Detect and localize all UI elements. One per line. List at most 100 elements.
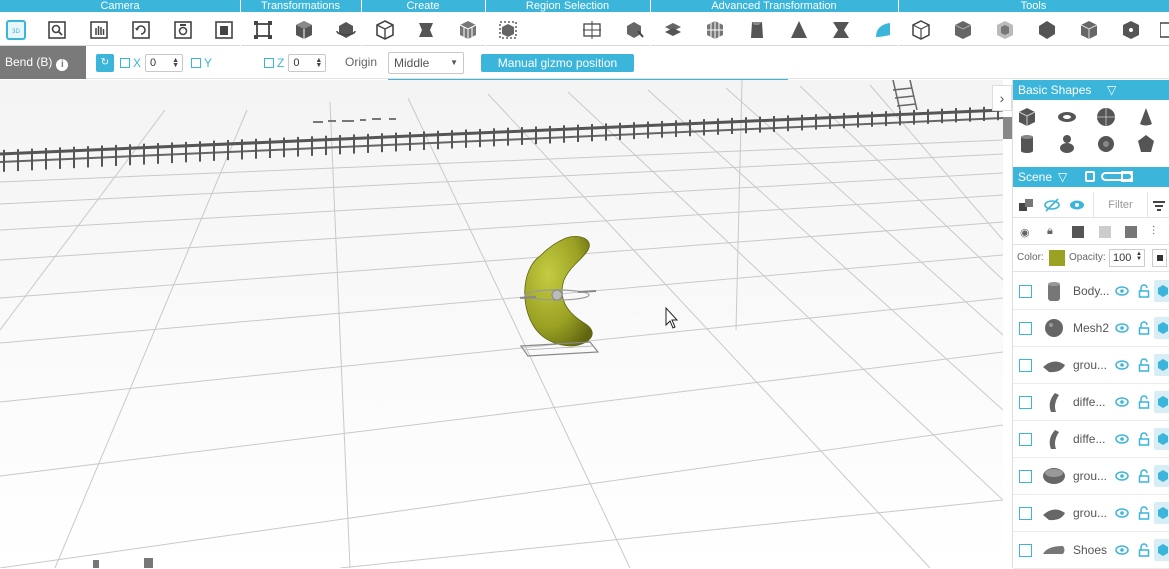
transparent-column-icon[interactable]: [1099, 226, 1111, 238]
visibility-eye-icon[interactable]: [1115, 432, 1129, 446]
opacity-input[interactable]: 100 ▲ ▼: [1109, 249, 1145, 267]
sphere-icon[interactable]: [1095, 106, 1117, 128]
visibility-eye-icon[interactable]: [1115, 395, 1129, 409]
scale-button[interactable]: [291, 17, 317, 43]
mesh-create-button[interactable]: [455, 17, 481, 43]
lock-icon[interactable]: [1138, 543, 1150, 557]
save-view-button[interactable]: [211, 17, 237, 43]
gear-icon[interactable]: [1095, 133, 1117, 155]
more-tools-button[interactable]: [1158, 17, 1169, 43]
bend-button[interactable]: [744, 17, 770, 43]
visibility-eye-icon[interactable]: [1115, 321, 1129, 335]
lock-icon[interactable]: [1138, 284, 1150, 298]
extrude-button[interactable]: [413, 17, 439, 43]
zoom-button[interactable]: [44, 17, 70, 43]
torus-icon[interactable]: [1056, 106, 1078, 128]
cube-icon[interactable]: [1016, 106, 1038, 128]
shape-create-button[interactable]: [372, 17, 398, 43]
visibility-eye-icon[interactable]: [1115, 543, 1129, 557]
material-cube-icon[interactable]: [1154, 465, 1169, 487]
scene-row[interactable]: Mesh2: [1013, 310, 1169, 347]
solid-column-icon[interactable]: [1072, 226, 1084, 238]
panel-scrollbar[interactable]: [1003, 117, 1012, 139]
visibility-eye-icon[interactable]: [1115, 469, 1129, 483]
material-cube-icon[interactable]: [1154, 502, 1169, 524]
info-icon[interactable]: i: [56, 59, 69, 71]
shell-button[interactable]: [1034, 17, 1060, 43]
material-cube-icon[interactable]: [1154, 317, 1169, 339]
lock-icon[interactable]: [1138, 432, 1150, 446]
visibility-eye-icon[interactable]: [1115, 358, 1129, 372]
measure-button[interactable]: [908, 17, 934, 43]
transform-button[interactable]: [250, 17, 276, 43]
scene-row-checkbox[interactable]: [1019, 322, 1032, 335]
rotate-button[interactable]: [333, 17, 359, 43]
figure-icon[interactable]: [1056, 133, 1078, 155]
cone-icon[interactable]: [1135, 106, 1157, 128]
scene-row[interactable]: grou...: [1013, 458, 1169, 495]
visibility-column-icon[interactable]: ◉: [1020, 226, 1030, 239]
lock-icon[interactable]: [1138, 358, 1150, 372]
export-button[interactable]: [1118, 17, 1144, 43]
box-select-button[interactable]: [579, 17, 605, 43]
view-single-icon[interactable]: [1085, 171, 1095, 182]
lock-icon[interactable]: [1138, 506, 1150, 520]
rotate-view-button[interactable]: [128, 17, 154, 43]
lock-icon[interactable]: [1138, 395, 1150, 409]
scene-canvas[interactable]: [0, 80, 1003, 568]
lock-icon[interactable]: [1138, 321, 1150, 335]
collapse-panel-button[interactable]: ›: [992, 85, 1012, 111]
lasso-select-button[interactable]: [621, 17, 647, 43]
scene-filter-input[interactable]: Filter: [1093, 192, 1148, 218]
z-spin-icon[interactable]: ▲ ▼: [315, 57, 322, 69]
scene-row[interactable]: diffe...: [1013, 384, 1169, 421]
pan-button[interactable]: [86, 17, 112, 43]
fit-view-button[interactable]: [170, 17, 196, 43]
basic-shapes-header[interactable]: Basic Shapes ▽: [1013, 80, 1169, 100]
cut-button[interactable]: [950, 17, 976, 43]
wireframe-column-icon[interactable]: [1125, 226, 1137, 238]
scene-row[interactable]: Shoes: [1013, 532, 1169, 569]
material-cube-icon[interactable]: [1154, 539, 1169, 561]
x-checkbox[interactable]: [120, 57, 130, 68]
scene-row-checkbox[interactable]: [1019, 544, 1032, 557]
3d-viewport[interactable]: [0, 80, 1003, 568]
scene-row-checkbox[interactable]: [1019, 285, 1032, 298]
warp-button[interactable]: [702, 17, 728, 43]
twist-button[interactable]: [660, 17, 686, 43]
layers-icon[interactable]: [1019, 199, 1035, 211]
camera-reset-button[interactable]: 3D: [3, 17, 29, 43]
settings-column-icon[interactable]: ⫶: [1152, 224, 1155, 239]
visibility-eye-icon[interactable]: [1115, 284, 1129, 298]
apply-opacity-button[interactable]: [1152, 249, 1167, 267]
show-all-icon[interactable]: [1069, 199, 1085, 211]
repair-button[interactable]: [1076, 17, 1102, 43]
opacity-spin-icon[interactable]: ▲ ▼: [1136, 251, 1142, 262]
material-cube-icon[interactable]: [1154, 391, 1169, 413]
material-cube-icon[interactable]: [1154, 428, 1169, 450]
z-value-input[interactable]: 0 ▲ ▼: [288, 53, 327, 72]
taper-button[interactable]: [786, 17, 812, 43]
y-checkbox[interactable]: [191, 57, 201, 68]
scene-row-checkbox[interactable]: [1019, 396, 1032, 409]
scene-row[interactable]: grou...: [1013, 347, 1169, 384]
color-swatch[interactable]: [1049, 250, 1065, 266]
polyhedron-icon[interactable]: [1135, 133, 1157, 155]
material-cube-icon[interactable]: [1154, 354, 1169, 376]
pinch-button[interactable]: [828, 17, 854, 43]
scene-row-checkbox[interactable]: [1019, 359, 1032, 372]
visibility-eye-icon[interactable]: [1115, 506, 1129, 520]
lock-column-icon[interactable]: 🔒︎: [1047, 225, 1053, 238]
material-cube-icon[interactable]: [1154, 280, 1169, 302]
scene-row-checkbox[interactable]: [1019, 433, 1032, 446]
axis-x-toggle[interactable]: ↻ X 0 ▲ ▼: [96, 46, 184, 79]
axis-z-toggle[interactable]: Z 0 ▲ ▼: [264, 46, 327, 79]
region-select-button[interactable]: [495, 17, 521, 43]
scene-filter-triangle-icon[interactable]: ▽: [1058, 167, 1067, 187]
x-value-input[interactable]: 0 ▲ ▼: [145, 53, 184, 72]
x-spin-icon[interactable]: ▲ ▼: [172, 57, 179, 69]
scene-row[interactable]: Body...: [1013, 273, 1169, 310]
scene-row[interactable]: grou...: [1013, 495, 1169, 532]
origin-select[interactable]: Middle ▼: [388, 52, 464, 74]
smooth-button[interactable]: [870, 17, 896, 43]
